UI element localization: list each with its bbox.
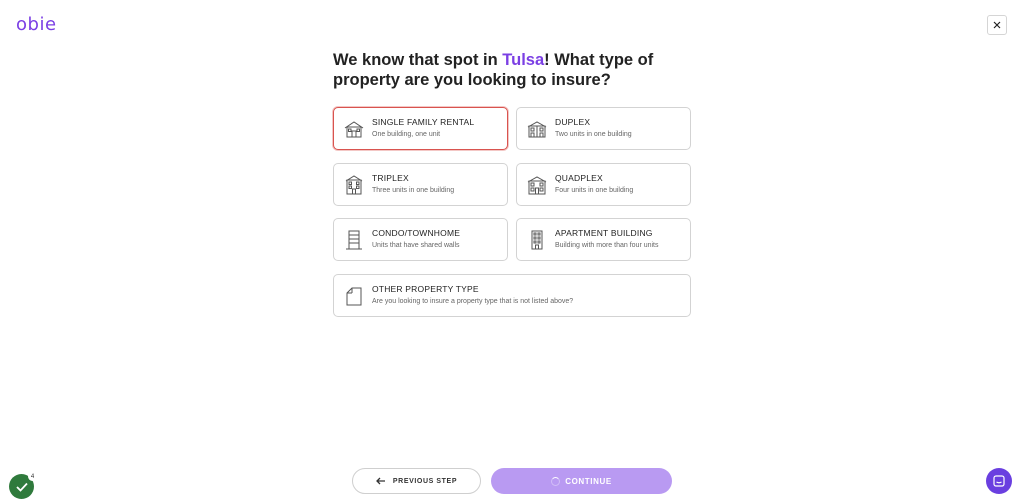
option-title: DUPLEX	[555, 117, 591, 127]
quadplex-icon	[526, 174, 548, 196]
city-name: Tulsa	[502, 51, 545, 69]
apartment-icon	[526, 229, 548, 251]
option-subtitle: Are you looking to insure a property typ…	[372, 298, 574, 305]
previous-step-label: PREVIOUS STEP	[392, 477, 458, 485]
option-single-family-rental[interactable]: SINGLE FAMILY RENTAL One building, one u…	[333, 107, 508, 150]
title-prefix: We know that spot in	[333, 51, 503, 69]
loading-spinner-icon	[551, 476, 561, 486]
option-title: TRIPLEX	[372, 173, 409, 183]
obie-logo[interactable]: obie	[16, 14, 57, 35]
option-title: CONDO/TOWNHOME	[372, 228, 461, 238]
option-subtitle: One building, one unit	[372, 131, 441, 138]
continue-button[interactable]: CONTINUE	[491, 468, 672, 494]
badge-count: 4	[28, 472, 37, 481]
option-condo-townhome[interactable]: CONDO/TOWNHOME Units that have shared wa…	[333, 218, 508, 261]
triplex-icon	[343, 174, 365, 196]
option-title: SINGLE FAMILY RENTAL	[372, 117, 475, 127]
option-subtitle: Three units in one building	[372, 187, 455, 194]
continue-label: CONTINUE	[565, 476, 612, 486]
option-subtitle: Four units in one building	[555, 187, 634, 194]
close-icon	[993, 21, 1001, 29]
house-icon	[343, 118, 365, 140]
duplex-icon	[526, 118, 548, 140]
other-property-icon	[343, 285, 365, 307]
option-duplex[interactable]: DUPLEX Two units in one building	[516, 107, 691, 150]
page-title: We know that spot in Tulsa! What type of…	[333, 50, 693, 90]
chat-icon	[993, 475, 1005, 487]
option-other-property-type[interactable]: OTHER PROPERTY TYPE Are you looking to i…	[333, 274, 691, 317]
option-title: QUADPLEX	[555, 173, 603, 183]
chat-button[interactable]	[986, 468, 1012, 494]
option-subtitle: Two units in one building	[555, 131, 632, 138]
close-button[interactable]	[987, 15, 1007, 35]
option-title: APARTMENT BUILDING	[555, 228, 653, 238]
condo-icon	[343, 229, 365, 251]
check-icon	[15, 482, 28, 492]
option-subtitle: Building with more than four units	[555, 242, 659, 249]
option-subtitle: Units that have shared walls	[372, 242, 460, 249]
option-title: OTHER PROPERTY TYPE	[372, 284, 479, 294]
option-apartment-building[interactable]: APARTMENT BUILDING Building with more th…	[516, 218, 691, 261]
option-quadplex[interactable]: QUADPLEX Four units in one building	[516, 163, 691, 206]
arrow-left-icon	[375, 477, 385, 485]
previous-step-button[interactable]: PREVIOUS STEP	[352, 468, 481, 494]
option-triplex[interactable]: TRIPLEX Three units in one building	[333, 163, 508, 206]
